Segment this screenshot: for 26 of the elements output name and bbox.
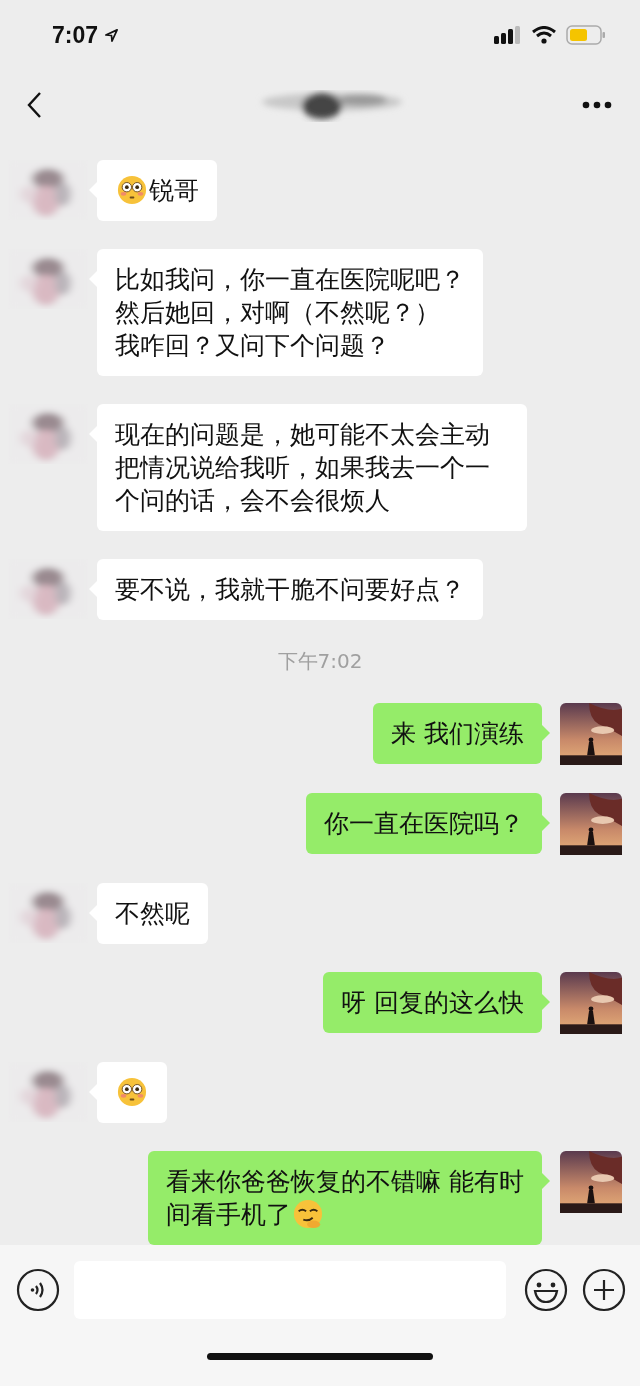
message-text: 我咋回？又问下个问题？: [115, 330, 391, 362]
location-arrow-icon: [104, 27, 120, 43]
battery-icon: [566, 25, 606, 45]
message-text: 呀 回复的这么快: [341, 988, 524, 1017]
emoji-icon[interactable]: [524, 1268, 568, 1312]
voice-icon[interactable]: [16, 1268, 60, 1312]
message-text: 看来你爸爸恢复的不错嘛 能有时: [166, 1166, 524, 1198]
add-icon[interactable]: [582, 1268, 626, 1312]
timestamp: 下午7:02: [277, 648, 363, 675]
wifi-icon: [532, 26, 556, 44]
message-text: 要不说，我就干脆不问要好点？: [115, 575, 465, 604]
back-icon[interactable]: [26, 91, 42, 119]
message-text: 锐哥: [149, 176, 199, 205]
flushed-face-icon: [117, 1077, 147, 1107]
message-text: 不然呢: [115, 899, 190, 928]
signal-icon: [494, 26, 520, 44]
message-text: 现在的问题是，她可能不太会主动把情况说给我听，如果我去一个一个问的话，会不会很烦人: [115, 420, 490, 515]
more-icon[interactable]: [582, 101, 612, 109]
message-text: 来 我们演练: [391, 719, 524, 748]
smirk-face-icon: [293, 1199, 324, 1229]
flushed-face-icon: [117, 175, 147, 205]
message-text: 然后她回，对啊（不然呢？）: [115, 297, 441, 329]
message-text: 比如我问，你一直在医院呢吧？: [115, 264, 465, 296]
status-time: 7:07: [52, 21, 99, 49]
message-text: 间看手机了: [166, 1200, 292, 1229]
message-text: 你一直在医院吗？: [324, 809, 524, 838]
